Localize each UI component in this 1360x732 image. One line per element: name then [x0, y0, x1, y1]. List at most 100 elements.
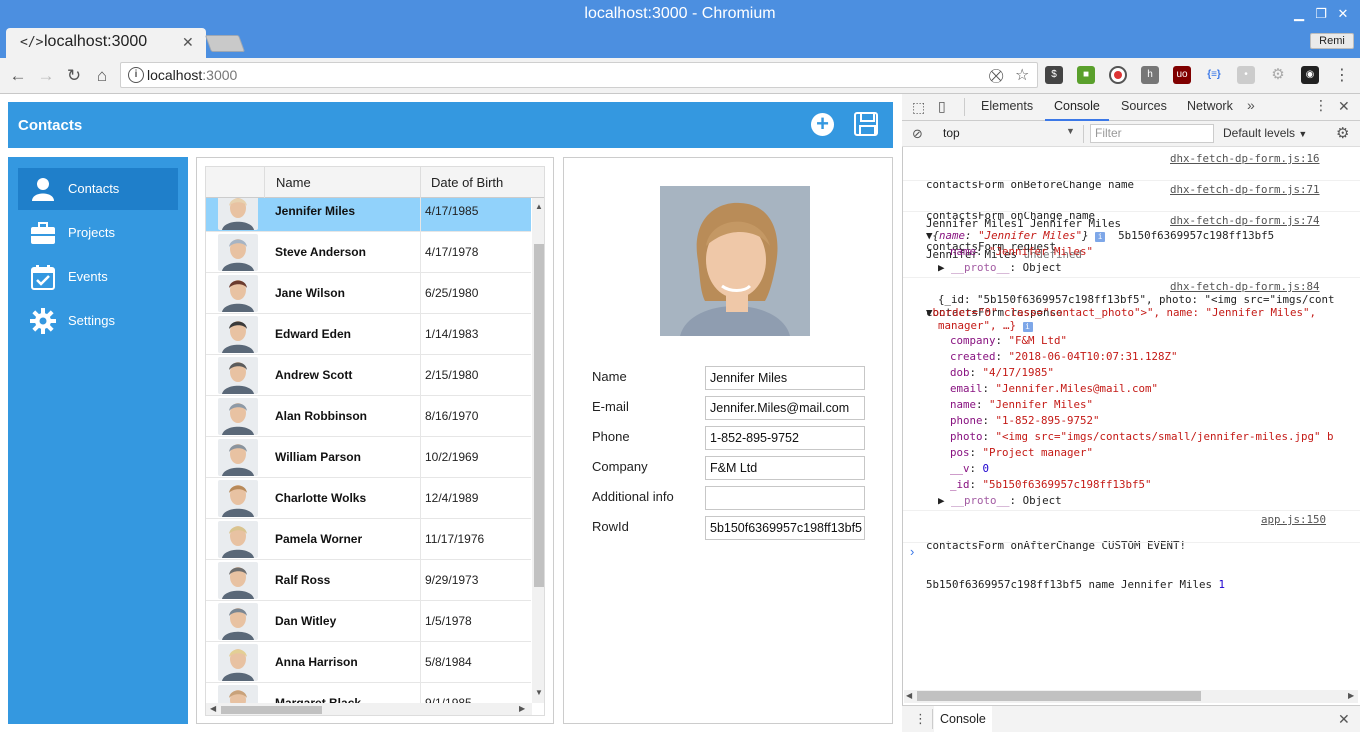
tab-close-icon[interactable]: ✕ [182, 34, 194, 51]
column-header-name[interactable]: Name [276, 175, 311, 190]
more-tabs-icon[interactable]: » [1247, 97, 1255, 113]
extension-json-icon[interactable]: {≡} [1205, 66, 1223, 84]
add-contact-icon[interactable]: + [811, 113, 834, 136]
new-tab-button[interactable] [204, 35, 246, 52]
sidebar-item-contacts[interactable]: Contacts [18, 168, 178, 210]
console-source-link[interactable]: dhx-fetch-dp-form.js:71 [1170, 183, 1320, 196]
object-property: photo: "<img src="imgs/contacts/small/je… [950, 430, 1334, 443]
device-toolbar-icon[interactable]: ▯ [938, 98, 946, 115]
object-preview-line[interactable]: ▼border="0" class="contact_photo">", nam… [926, 306, 1358, 319]
object-value: "Jennifer.Miles@mail.com" [995, 382, 1159, 395]
devtools-tab-sources[interactable]: Sources [1121, 99, 1167, 113]
form-field-input[interactable]: 5b150f6369957c198ff13bf5 [705, 516, 865, 540]
table-row[interactable]: Anna Harrison 5/8/1984 [206, 642, 531, 683]
table-row[interactable]: William Parson 10/2/1969 [206, 437, 531, 478]
object-proto-row[interactable]: ▶ __proto__: Object [938, 261, 1062, 274]
ublock-icon[interactable]: uo [1173, 66, 1191, 84]
sidebar-item-projects[interactable]: Projects [18, 212, 178, 254]
devtools-tab-elements[interactable]: Elements [981, 99, 1033, 113]
table-row[interactable]: Alan Robbinson 8/16/1970 [206, 396, 531, 437]
close-window-button[interactable]: ✕ [1332, 0, 1354, 28]
object-preview-row[interactable]: ▼{name: "Jennifer Miles"} i 5b150f636995… [926, 229, 1274, 242]
drawer-tab-console[interactable]: Console [934, 706, 992, 732]
scroll-up-icon[interactable]: ▲ [535, 202, 543, 211]
console-settings-icon[interactable]: ⚙ [1336, 124, 1349, 142]
scrollbar-thumb[interactable] [917, 691, 1201, 701]
table-row[interactable]: Ralf Ross 9/29/1973 [206, 560, 531, 601]
scroll-left-icon[interactable]: ◀ [906, 691, 912, 700]
home-icon[interactable]: ⌂ [90, 64, 114, 88]
console-horizontal-scrollbar[interactable]: ◀ ▶ [904, 690, 1358, 703]
sidebar: Contacts Projects Events Settings [8, 157, 188, 724]
table-row[interactable]: Jennifer Miles 4/17/1985 [206, 198, 531, 232]
extension-pill-icon[interactable]: • [1237, 66, 1255, 84]
info-icon[interactable]: i [128, 67, 144, 83]
console-prompt-icon[interactable]: › [910, 544, 914, 559]
grid-vertical-scrollbar[interactable]: ▲ ▼ [532, 198, 544, 703]
address-bar[interactable]: i localhost:3000 ⛒ ☆ [120, 62, 1038, 88]
inspect-element-icon[interactable]: ⬚ [912, 99, 925, 116]
scroll-right-icon[interactable]: ▶ [519, 704, 525, 713]
console-source-link[interactable]: app.js:150 [1261, 513, 1326, 526]
table-row[interactable]: Margaret Black 9/1/1985 [206, 683, 531, 703]
log-levels-dropdown[interactable]: Default levels ▼ [1223, 126, 1307, 140]
table-row[interactable]: Dan Witley 1/5/1978 [206, 601, 531, 642]
form-field-input[interactable]: Jennifer.Miles@mail.com [705, 396, 865, 420]
browser-menu-icon[interactable]: ⋮ [1330, 64, 1354, 88]
scrollbar-thumb[interactable] [534, 244, 544, 587]
form-field-input[interactable]: 1-852-895-9752 [705, 426, 865, 450]
sidebar-item-events[interactable]: Events [18, 256, 178, 298]
back-icon[interactable]: ← [6, 64, 30, 88]
console-filter-input[interactable]: Filter [1090, 124, 1214, 143]
grid-horizontal-scrollbar[interactable]: ◀ ▶ [206, 703, 532, 715]
sidebar-item-settings[interactable]: Settings [18, 300, 178, 342]
clear-console-icon[interactable]: ⊘ [912, 126, 923, 142]
info-badge-icon[interactable]: i [1095, 232, 1106, 242]
reload-icon[interactable]: ↻ [62, 64, 86, 88]
table-row[interactable]: Andrew Scott 2/15/1980 [206, 355, 531, 396]
scroll-left-icon[interactable]: ◀ [210, 704, 216, 713]
scrollbar-thumb[interactable] [221, 706, 322, 714]
close-drawer-icon[interactable]: ✕ [1338, 711, 1350, 728]
extension-camera-icon[interactable]: ◉ [1301, 66, 1319, 84]
console-source-link[interactable]: dhx-fetch-dp-form.js:16 [1170, 152, 1320, 165]
form-field-input[interactable] [705, 486, 865, 510]
restore-button[interactable]: ❐ [1310, 0, 1332, 28]
extension-record-icon[interactable] [1109, 66, 1127, 84]
profile-button[interactable]: Remi [1310, 33, 1354, 49]
extension-italic-h-icon[interactable]: h [1141, 66, 1159, 84]
avatar [218, 603, 258, 640]
devtools-menu-icon[interactable]: ⋮ [1314, 97, 1328, 114]
console-source-link[interactable]: dhx-fetch-dp-form.js:84 [1170, 280, 1320, 293]
extension-gear-icon[interactable]: ⚙ [1269, 66, 1287, 84]
object-proto-row[interactable]: ▶ __proto__: Object [938, 494, 1062, 507]
blocked-cookie-icon[interactable]: ⛒ [989, 67, 1003, 84]
table-row[interactable]: Pamela Worner 11/17/1976 [206, 519, 531, 560]
info-badge-icon[interactable]: i [1022, 322, 1033, 332]
table-row[interactable]: Edward Eden 1/14/1983 [206, 314, 531, 355]
devtools-tab-network[interactable]: Network [1187, 99, 1233, 113]
collapse-triangle-icon[interactable]: ▶ [938, 261, 945, 274]
devtools-tab-console[interactable]: Console [1054, 99, 1100, 113]
scroll-down-icon[interactable]: ▼ [535, 688, 543, 697]
minimize-button[interactable]: ▁ [1288, 0, 1310, 28]
form-field-input[interactable]: F&M Ltd [705, 456, 865, 480]
drawer-menu-icon[interactable]: ⋮ [914, 711, 927, 727]
table-row[interactable]: Jane Wilson 6/25/1980 [206, 273, 531, 314]
object-value: Object [1022, 494, 1062, 507]
table-row[interactable]: Steve Anderson 4/17/1978 [206, 232, 531, 273]
scroll-right-icon[interactable]: ▶ [1348, 691, 1354, 700]
browser-tab[interactable]: </> localhost:3000 ✕ [6, 28, 206, 58]
forward-icon[interactable]: → [34, 64, 58, 88]
table-row[interactable]: Charlotte Wolks 12/4/1989 [206, 478, 531, 519]
console-source-link[interactable]: dhx-fetch-dp-form.js:74 [1170, 214, 1320, 227]
close-devtools-icon[interactable]: ✕ [1338, 98, 1350, 115]
extension-dollar-icon[interactable]: $ [1045, 66, 1063, 84]
collapse-triangle-icon[interactable]: ▶ [938, 494, 945, 507]
extension-green-icon[interactable]: ■ [1077, 66, 1095, 84]
save-icon[interactable] [854, 112, 878, 136]
bookmark-star-icon[interactable]: ☆ [1015, 65, 1029, 85]
column-header-dob[interactable]: Date of Birth [431, 175, 503, 190]
form-field-input[interactable]: Jennifer Miles [705, 366, 865, 390]
context-selector[interactable]: top ▼ [938, 124, 1078, 143]
